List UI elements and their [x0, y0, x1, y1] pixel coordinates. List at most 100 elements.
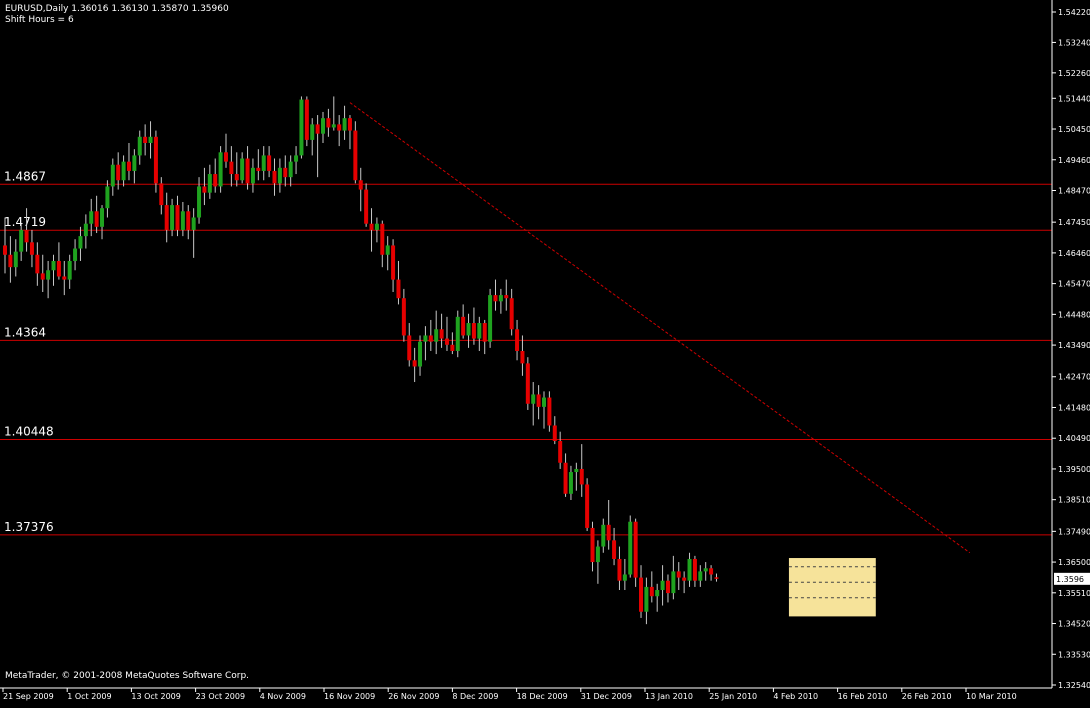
- candle: [509, 288, 514, 336]
- candle-body: [482, 323, 487, 342]
- candle-body: [29, 242, 34, 255]
- candle-body: [520, 350, 525, 364]
- candle: [62, 260, 67, 296]
- candle: [213, 158, 218, 193]
- candle: [439, 313, 444, 348]
- candle: [126, 142, 131, 181]
- candle: [364, 183, 369, 227]
- candle: [374, 217, 379, 243]
- x-tick-label: 26 Nov 2009: [388, 692, 439, 701]
- candle-body: [703, 568, 708, 572]
- axes-layer: 1.54220 1.53240 1.52260 1.51440 1.50450 1.494…: [0, 0, 1090, 701]
- candle: [687, 552, 692, 587]
- candle: [240, 152, 245, 184]
- candle-body: [94, 211, 99, 227]
- candle-body: [628, 521, 633, 575]
- trendline: [349, 102, 971, 554]
- candle-body: [62, 276, 67, 280]
- candle: [585, 478, 590, 532]
- candle-body: [536, 394, 541, 407]
- level-label: 1.40448: [4, 425, 54, 439]
- candle-body: [234, 174, 239, 181]
- candle-body: [558, 441, 563, 463]
- candle-body: [579, 468, 584, 485]
- candle-body: [180, 211, 185, 230]
- candle-body: [633, 521, 638, 578]
- candle-body: [574, 468, 579, 473]
- candle: [294, 146, 299, 175]
- y-tick-label: 1.41480: [1058, 403, 1090, 412]
- candle: [595, 540, 600, 584]
- candle: [186, 205, 191, 240]
- candle-body: [126, 161, 131, 171]
- candle: [655, 583, 660, 612]
- candle: [676, 562, 681, 591]
- candle: [67, 254, 72, 289]
- candle: [391, 239, 396, 293]
- candle: [622, 558, 627, 591]
- candle-body: [267, 155, 272, 171]
- candle-body: [8, 254, 13, 268]
- level-label: 1.37376: [4, 520, 54, 534]
- candle: [649, 571, 654, 603]
- candle-body: [202, 186, 207, 193]
- candle: [639, 565, 644, 618]
- candle-body: [40, 273, 45, 280]
- candle: [531, 382, 536, 426]
- candle: [466, 313, 471, 348]
- y-tick-label: 1.50450: [1058, 125, 1090, 134]
- candle: [682, 571, 687, 594]
- candle-body: [488, 295, 493, 342]
- candle-body: [450, 344, 455, 351]
- candle-body: [51, 260, 56, 271]
- candle-body: [67, 260, 72, 280]
- copyright-note: MetaTrader, © 2001-2008 MetaQuotes Softw…: [5, 671, 250, 681]
- candle: [46, 260, 51, 299]
- x-tick-label: 16 Feb 2010: [838, 692, 888, 701]
- candle-body: [116, 164, 121, 181]
- x-tick-label: 13 Oct 2009: [131, 692, 180, 701]
- candle-body: [272, 170, 277, 184]
- candle-body: [207, 174, 212, 193]
- candle-body: [466, 323, 471, 336]
- candle-body: [337, 124, 342, 131]
- candle: [202, 167, 207, 206]
- candle-body: [547, 397, 552, 426]
- candle-body: [671, 571, 676, 594]
- candle-body: [256, 167, 261, 171]
- candle-body: [186, 211, 191, 230]
- candle-body: [531, 394, 536, 404]
- candle-body: [515, 329, 520, 351]
- candle-body: [132, 155, 137, 171]
- level-label: 1.4867: [4, 169, 46, 183]
- candle: [698, 565, 703, 587]
- candle: [56, 242, 61, 280]
- candle: [450, 332, 455, 355]
- candle-body: [331, 124, 336, 128]
- y-tick-label: 1.36500: [1058, 558, 1090, 567]
- range-box-layer: [788, 558, 876, 617]
- candle-body: [418, 341, 423, 367]
- y-tick-label: 1.52260: [1058, 69, 1090, 78]
- candle: [482, 319, 487, 355]
- candle-body: [364, 189, 369, 224]
- candle: [234, 152, 239, 187]
- candle: [601, 518, 606, 553]
- candle-body: [110, 164, 115, 187]
- candle-body: [471, 323, 476, 339]
- candle: [207, 164, 212, 199]
- levels-layer: 1.4867 1.4719 1.4364 1.40448 1.37376: [0, 169, 1052, 536]
- candle: [493, 279, 498, 311]
- candle: [40, 254, 45, 293]
- candle: [692, 555, 697, 587]
- candle: [536, 385, 541, 420]
- candle-body: [585, 484, 590, 528]
- candle: [8, 236, 13, 283]
- chart-area[interactable]: 1.4867 1.4719 1.4364 1.40448 1.37376 1.54220…: [0, 0, 1090, 704]
- candle-body: [542, 397, 546, 407]
- y-tick-label: 1.45470: [1058, 280, 1090, 289]
- y-tick-label: 1.42470: [1058, 373, 1090, 382]
- x-tick-label: 18 Dec 2009: [517, 692, 568, 701]
- candle: [288, 155, 293, 187]
- candle: [488, 288, 493, 348]
